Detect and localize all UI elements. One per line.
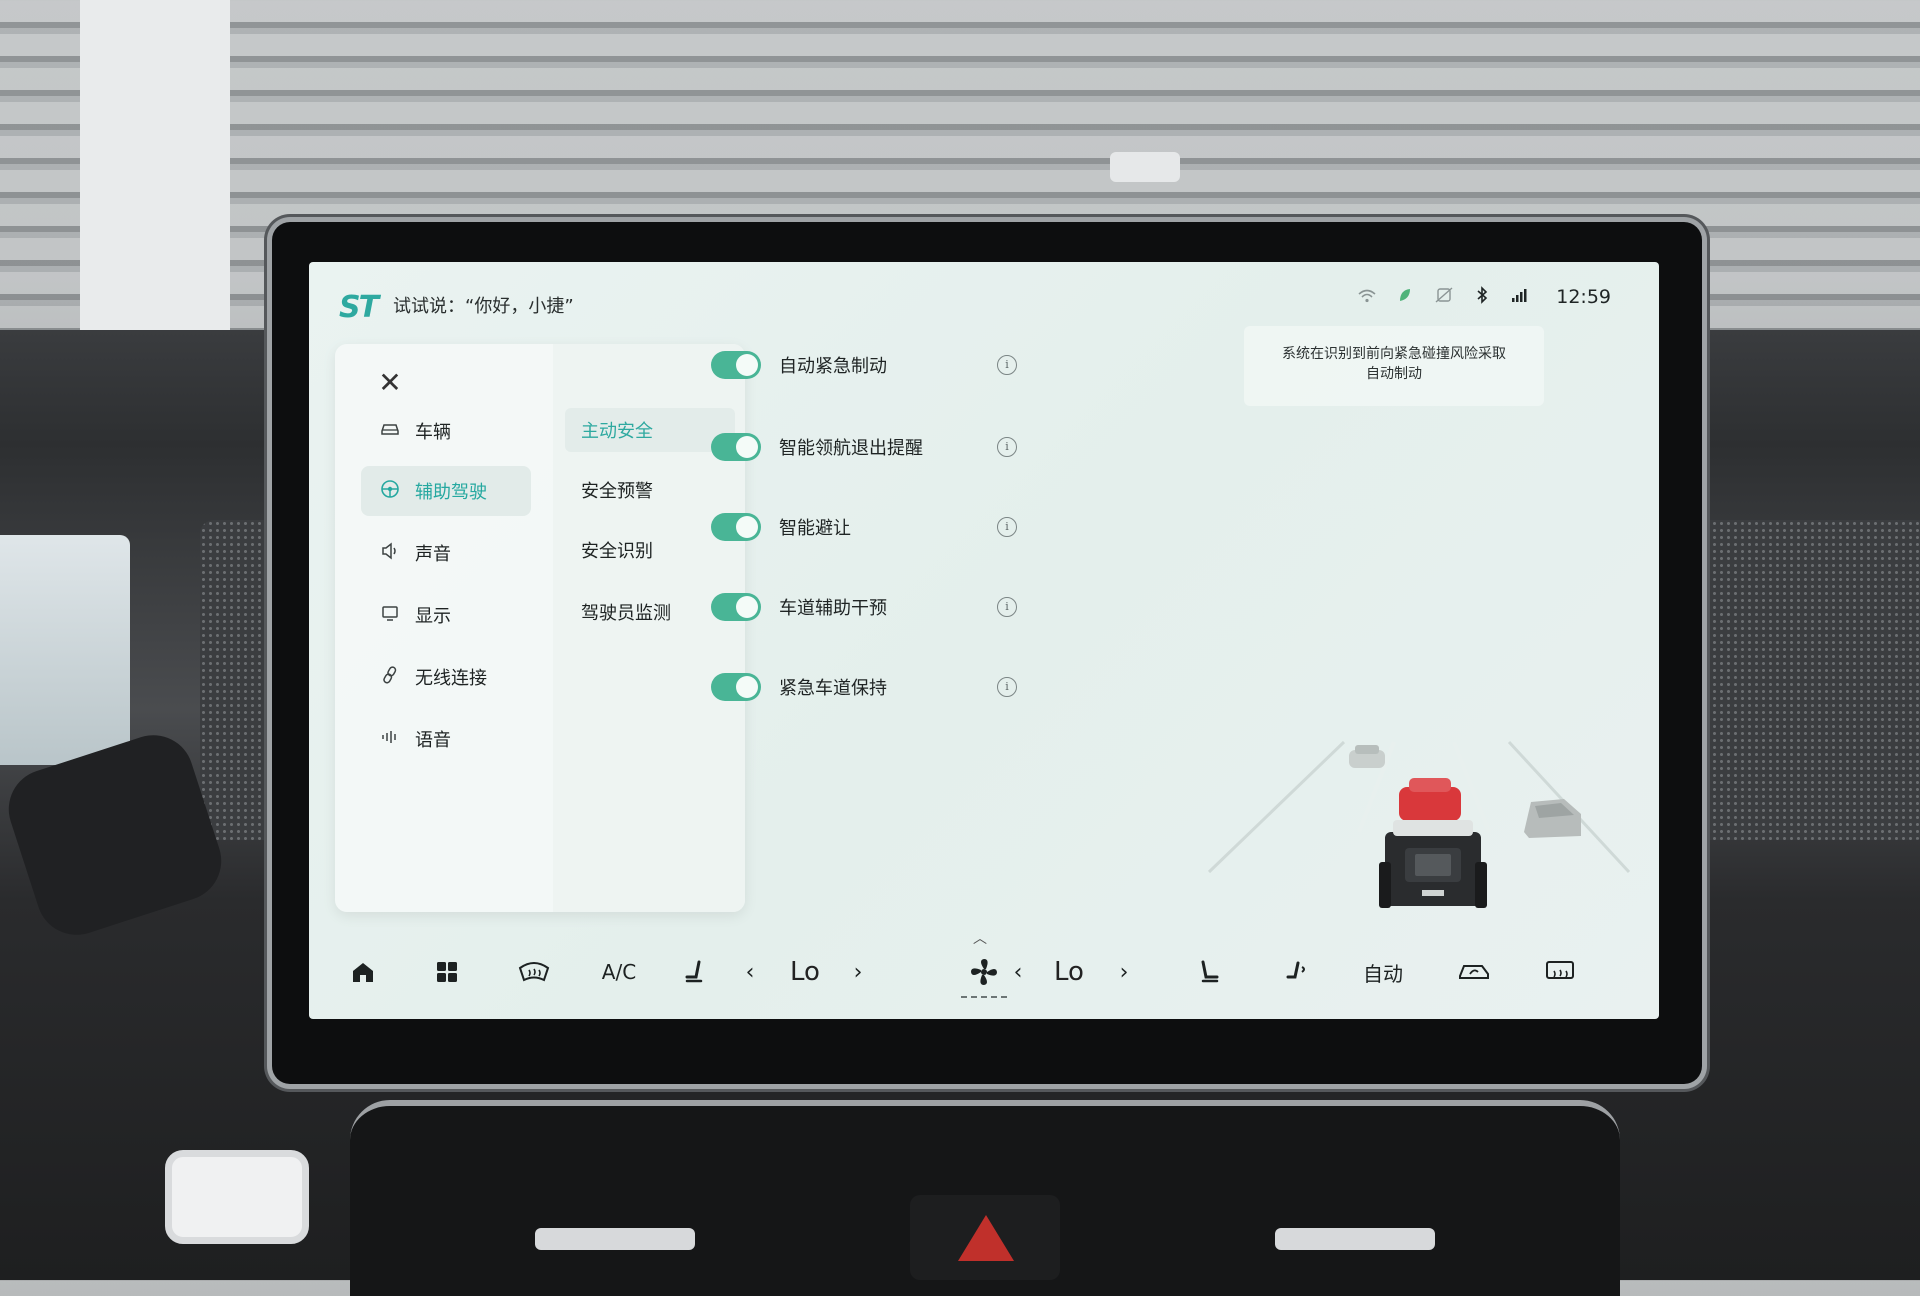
- signal-4g-icon: [1510, 287, 1528, 307]
- subnav-safety-warning[interactable]: 安全预警: [565, 468, 735, 512]
- ac-button[interactable]: A/C: [589, 952, 649, 992]
- apps-grid-icon[interactable]: [427, 952, 467, 992]
- fan-expand-caret[interactable]: ︿: [973, 928, 987, 948]
- background-vent-tab: [535, 1228, 695, 1250]
- display-icon: [379, 604, 401, 627]
- temp-right-decrease-button[interactable]: ‹: [1003, 952, 1033, 992]
- feature-row: 紧急车道保持 i: [711, 670, 1017, 704]
- temp-right-value: Lo: [1054, 957, 1084, 987]
- aeb-illustration: [1207, 740, 1631, 908]
- info-icon[interactable]: i: [997, 597, 1017, 617]
- nav-item-driving-assist[interactable]: 辅助驾驶: [361, 466, 531, 516]
- front-defrost-icon[interactable]: [509, 952, 559, 992]
- temp-left-decrease-button[interactable]: ‹: [735, 952, 765, 992]
- clock: 12:59: [1556, 286, 1611, 308]
- background-vent-tab: [1275, 1228, 1435, 1250]
- nav-label: 辅助驾驶: [415, 482, 487, 503]
- car-icon: [379, 421, 401, 442]
- feature-description-tooltip: 系统在识别到前向紧急碰撞风险采取 自动制动: [1244, 326, 1544, 406]
- ego-vehicle-icon: [1379, 820, 1487, 908]
- subnav-safety-recognition[interactable]: 安全识别: [565, 528, 735, 572]
- distant-car-icon: [1349, 745, 1385, 768]
- subnav-driver-monitoring[interactable]: 驾驶员监测: [565, 590, 735, 634]
- air-recirculation-icon[interactable]: [1449, 952, 1499, 992]
- feature-toggle[interactable]: [711, 351, 761, 379]
- background-physical-button: [165, 1150, 309, 1244]
- nav-item-sound[interactable]: 声音: [361, 528, 531, 578]
- feature-row: 智能避让 i: [711, 510, 1017, 544]
- feature-label: 智能领航退出提醒: [779, 438, 923, 459]
- nav-label: 声音: [415, 544, 451, 565]
- bluetooth-icon: [1476, 286, 1488, 308]
- feature-toggle[interactable]: [711, 673, 761, 701]
- feature-toggle[interactable]: [711, 513, 761, 541]
- nav-label: 显示: [415, 606, 451, 627]
- climate-dock: A/C ‹ Lo › ︿ ‹ Lo › 自动: [309, 922, 1659, 1019]
- background-pillar: [80, 0, 230, 330]
- nav-item-display[interactable]: 显示: [361, 590, 531, 640]
- background-speaker-right: [1690, 520, 1920, 840]
- link-icon: [379, 665, 401, 690]
- auto-climate-button[interactable]: 自动: [1353, 952, 1413, 992]
- feature-toggle[interactable]: [711, 433, 761, 461]
- info-icon[interactable]: i: [997, 355, 1017, 375]
- infotainment-screen: ST 试试说：“你好，小捷” 12:59 ✕ 车辆 辅助驾驶 声音 显示 无线连…: [309, 262, 1659, 1019]
- seat-heat-right-icon[interactable]: [1189, 952, 1229, 992]
- info-icon[interactable]: i: [997, 437, 1017, 457]
- background-instrument-cluster: [0, 535, 130, 765]
- settings-panel: ✕ 车辆 辅助驾驶 声音 显示 无线连接 语音 主动安全 安全预警 安全识别 驾…: [335, 344, 745, 912]
- nav-label: 无线连接: [415, 668, 487, 689]
- voice-assistant-hint[interactable]: 试试说：“你好，小捷”: [393, 292, 574, 318]
- rear-defrost-icon[interactable]: [1535, 952, 1585, 992]
- feature-label: 车道辅助干预: [779, 598, 887, 619]
- temp-left-increase-button[interactable]: ›: [843, 952, 873, 992]
- background-sensor: [1110, 152, 1180, 182]
- steering-wheel-icon: [379, 479, 401, 504]
- subnav-active-safety[interactable]: 主动安全: [565, 408, 735, 452]
- side-car-icon: [1524, 799, 1581, 838]
- temp-right-increase-button[interactable]: ›: [1109, 952, 1139, 992]
- nav-label: 车辆: [415, 422, 451, 443]
- brand-logo: ST: [339, 290, 379, 325]
- info-icon[interactable]: i: [997, 517, 1017, 537]
- nav-item-vehicle[interactable]: 车辆: [361, 406, 531, 456]
- info-icon[interactable]: i: [997, 677, 1017, 697]
- seat-ventilation-icon[interactable]: [1277, 952, 1317, 992]
- phone-off-icon: [1434, 287, 1454, 307]
- voice-wave-icon: [379, 729, 401, 750]
- fan-icon[interactable]: [961, 952, 1007, 992]
- eco-icon: [1398, 287, 1412, 307]
- lead-car-icon: [1399, 778, 1461, 821]
- hazard-button: [910, 1195, 1060, 1280]
- feature-label: 智能避让: [779, 518, 851, 539]
- tooltip-line: 系统在识别到前向紧急碰撞风险采取: [1282, 346, 1506, 362]
- speaker-icon: [379, 541, 401, 565]
- fan-level-indicator: [961, 996, 1007, 998]
- feature-toggle[interactable]: [711, 593, 761, 621]
- seat-heat-left-icon[interactable]: [675, 952, 715, 992]
- feature-label: 紧急车道保持: [779, 678, 887, 699]
- feature-row: 智能领航退出提醒 i: [711, 430, 1017, 464]
- nav-label: 语音: [415, 730, 451, 751]
- nav-item-wireless[interactable]: 无线连接: [361, 652, 531, 702]
- tooltip-line: 自动制动: [1366, 366, 1422, 382]
- feature-row: 自动紧急制动 i: [711, 348, 1017, 382]
- status-icons: 12:59: [1358, 286, 1611, 308]
- feature-label: 自动紧急制动: [779, 356, 887, 377]
- feature-row: 车道辅助干预 i: [711, 590, 1017, 624]
- home-icon[interactable]: [343, 952, 383, 992]
- temp-left-value: Lo: [790, 957, 820, 987]
- close-button[interactable]: ✕: [375, 368, 405, 398]
- wifi-icon: [1358, 288, 1376, 307]
- nav-item-voice[interactable]: 语音: [361, 714, 531, 764]
